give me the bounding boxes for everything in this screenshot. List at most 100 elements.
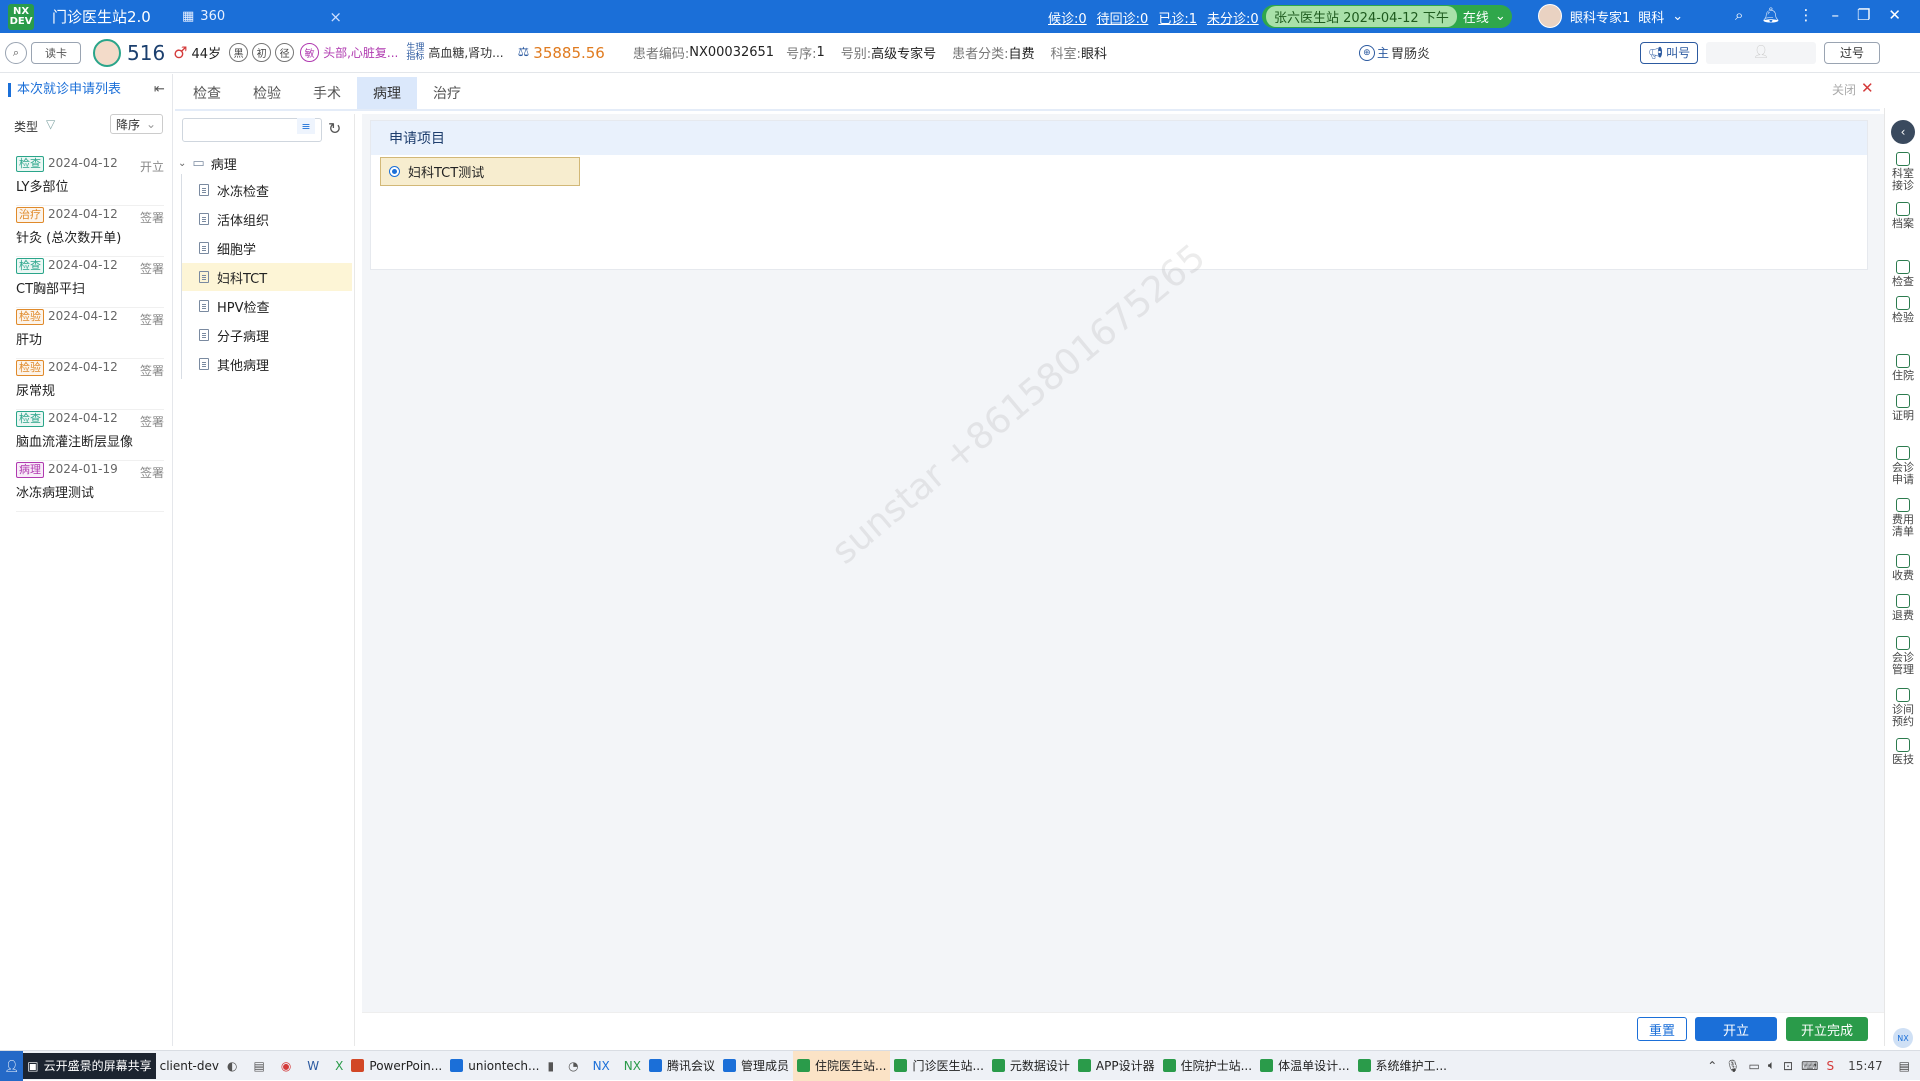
tree-root-node[interactable]: ⌄ ▭ 病理 [178, 154, 237, 173]
sidebar-item[interactable]: 收费 [1885, 554, 1920, 582]
open-button[interactable]: 开立 [1695, 1017, 1777, 1041]
sidebar-item[interactable]: 会诊 申请 [1885, 446, 1920, 486]
keyboard-icon[interactable]: ⌨ [1801, 1059, 1818, 1073]
seq-label: 号序: [786, 47, 817, 62]
taskbar-item-12[interactable]: 系统维护工... [1354, 1051, 1451, 1081]
taskbar-item-4[interactable]: 腾讯会议 [645, 1051, 719, 1081]
taskbar-item-0[interactable]: ▣ 云开盛景的屏幕共享 [23, 1052, 156, 1079]
network-icon[interactable]: ⊡ [1783, 1059, 1793, 1073]
selected-item-chip[interactable]: 妇科TCT测试 [380, 157, 580, 186]
sidebar-item[interactable]: 医技 [1885, 738, 1920, 766]
tab-pathology[interactable]: 病理 [357, 77, 417, 109]
queue-done-link[interactable]: 已诊:1 [1158, 8, 1197, 27]
sidebar-item[interactable]: 住院 [1885, 354, 1920, 382]
restore-icon[interactable]: ❐ [1857, 6, 1870, 24]
sidebar-item[interactable]: 检查 [1885, 260, 1920, 288]
volume-icon[interactable]: 🔈︎ [1768, 1058, 1775, 1073]
collapse-panel-icon[interactable]: ⇤ [154, 82, 165, 97]
taskbar-item-2[interactable]: PowerPoin... [347, 1051, 446, 1081]
taskbar-app-icons[interactable]: ◐ ▤ ◉ W X [223, 1051, 347, 1081]
queue-waiting-link[interactable]: 候诊:0 [1048, 8, 1087, 27]
allergy-text[interactable]: 头部,心脏复... [323, 44, 398, 61]
more-icon[interactable]: ⋮ [1798, 6, 1813, 24]
taskbar-item-1[interactable]: client-dev [156, 1051, 223, 1081]
sidebar-item[interactable]: 会诊 管理 [1885, 636, 1920, 676]
request-list-item[interactable]: 检查 2024-04-12 签署 CT胸部平扫 [16, 258, 164, 308]
tab-surgery[interactable]: 手术 [297, 77, 357, 109]
request-list-item[interactable]: 检验 2024-04-12 签署 尿常规 [16, 360, 164, 410]
sidebar-item[interactable]: 诊间 预约 [1885, 688, 1920, 728]
station-status-pill[interactable]: 张六医生站 2024-04-12 下午 在线 ⌄ [1262, 5, 1512, 28]
browser-tab-360[interactable]: ▦ 360 × [182, 8, 342, 26]
sidebar-item[interactable]: 检验 [1885, 296, 1920, 324]
sidebar-item[interactable]: 退费 [1885, 594, 1920, 622]
excel-icon[interactable]: X [335, 1059, 343, 1073]
tree-leaf-item[interactable]: 其他病理 [182, 350, 352, 378]
request-list-item[interactable]: 检查 2024-04-12 开立 LY多部位 [16, 156, 164, 206]
taskbar-item-11[interactable]: 体温单设计... [1256, 1051, 1353, 1081]
word-icon[interactable]: W [307, 1059, 319, 1073]
request-list-item[interactable]: 检验 2024-04-12 签署 肝功 [16, 309, 164, 359]
mic-icon[interactable]: 🎙︎ [1725, 1059, 1740, 1073]
collapse-sidebar-icon[interactable]: ‹ [1891, 120, 1915, 144]
tree-leaf-item[interactable]: 细胞学 [182, 234, 352, 262]
read-card-button[interactable]: 读卡 [31, 41, 81, 64]
tree-leaf-item[interactable]: 分子病理 [182, 321, 352, 349]
minimize-icon[interactable]: – [1831, 6, 1839, 24]
taskbar-item-10[interactable]: 住院护士站... [1159, 1051, 1256, 1081]
taskbar-item-5[interactable]: 管理成员 [719, 1051, 793, 1081]
taskbar-item-9[interactable]: APP设计器 [1074, 1051, 1159, 1081]
battery-icon[interactable]: ▭ [1749, 1059, 1760, 1073]
tree-leaf-item[interactable]: 活体组织 [182, 205, 352, 233]
taskbar-item-8[interactable]: 元数据设计 [988, 1051, 1074, 1081]
chrome-icon[interactable]: ◉ [281, 1059, 291, 1073]
app-icon[interactable]: ◐ [227, 1059, 237, 1073]
user-menu[interactable]: 眼科专家1 眼科 ⌄ [1538, 4, 1683, 28]
reset-button[interactable]: 重置 [1637, 1017, 1687, 1041]
tree-leaf-item[interactable]: 妇科TCT [182, 263, 352, 291]
app-icon[interactable]: ◔ [568, 1059, 578, 1073]
taskbar-misc-icons[interactable]: ▮ ◔ NX NX [543, 1051, 645, 1081]
call-number-button[interactable]: 📢︎ 叫号 [1639, 41, 1698, 64]
taskbar-user-icon[interactable]: 👤︎ [0, 1050, 24, 1081]
taskbar-item-6[interactable]: 住院医生站... [793, 1050, 891, 1081]
app-icon[interactable]: ▮ [547, 1059, 554, 1073]
sidebar-item[interactable]: 科室 接诊 [1885, 152, 1920, 192]
chevron-up-icon[interactable]: ⌃ [1707, 1059, 1717, 1073]
sidebar-item[interactable]: 档案 [1885, 202, 1920, 230]
taskbar-item-3[interactable]: uniontech... [446, 1051, 543, 1081]
search-icon[interactable]: ⌕ [1735, 6, 1743, 24]
chronic-text[interactable]: 高血糖,肾功... [428, 44, 503, 61]
filter-icon[interactable]: ▽ [46, 117, 55, 131]
close-icon[interactable]: ✕ [1861, 79, 1874, 97]
request-list-item[interactable]: 病理 2024-01-19 签署 冰冻病理测试 [16, 462, 164, 512]
diagnosis-main[interactable]: 胃肠炎 [1391, 43, 1430, 62]
close-icon[interactable]: ✕ [1888, 6, 1901, 24]
close-tab-icon[interactable]: × [329, 8, 342, 26]
app-icon[interactable]: ▤ [253, 1059, 264, 1073]
queue-return-link[interactable]: 待回诊:0 [1097, 8, 1149, 27]
nx-icon[interactable]: NX [593, 1059, 610, 1073]
request-list-item[interactable]: 检查 2024-04-12 签署 脑血流灌注断层显像 [16, 411, 164, 461]
app-icon[interactable]: S [1826, 1059, 1834, 1073]
tab-lab[interactable]: 检验 [237, 77, 297, 109]
refresh-icon[interactable]: ↻ [328, 119, 341, 138]
sidebar-item[interactable]: 费用 清单 [1885, 498, 1920, 538]
sidebar-item[interactable]: 证明 [1885, 394, 1920, 422]
request-list-item[interactable]: 治疗 2024-04-12 签署 针灸 (总次数开单) [16, 207, 164, 257]
pass-number-button[interactable]: 过号 [1823, 41, 1880, 64]
bell-icon[interactable]: 🔔︎ [1761, 6, 1780, 24]
tab-exam[interactable]: 检查 [177, 77, 237, 109]
search-icon[interactable]: ⌕ [5, 41, 27, 64]
open-done-button[interactable]: 开立完成 [1786, 1017, 1868, 1041]
taskbar-item-7[interactable]: 门诊医生站... [890, 1051, 987, 1081]
list-search-icon[interactable]: ≡ [297, 118, 315, 134]
sort-select[interactable]: 降序 ⌄ [110, 114, 163, 134]
nx-icon[interactable]: NX [624, 1059, 641, 1073]
queue-unassigned-link[interactable]: 未分诊:0 [1207, 8, 1259, 27]
tree-leaf-item[interactable]: 冰冻检查 [182, 176, 352, 204]
notification-icon[interactable]: ▤ [1899, 1059, 1910, 1073]
close-label[interactable]: 关闭 [1832, 81, 1856, 98]
tab-treatment[interactable]: 治疗 [417, 77, 477, 109]
tree-leaf-item[interactable]: HPV检查 [182, 292, 352, 320]
